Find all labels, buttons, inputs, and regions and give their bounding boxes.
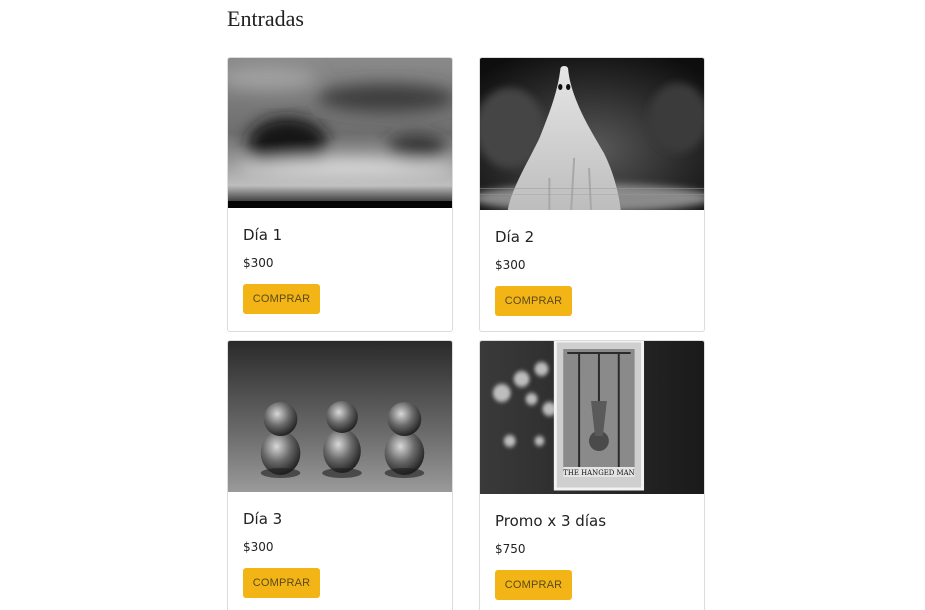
blurred-clouds-image: [228, 58, 452, 208]
hanged-man-tarot-image: THE HANGED MAN: [480, 341, 704, 494]
ticket-card-dia-1: Día 1 $300 COMPRAR: [227, 57, 453, 332]
svg-text:THE HANGED MAN: THE HANGED MAN: [563, 469, 634, 477]
card-price: $750: [495, 542, 526, 556]
page-title: Entradas: [227, 6, 304, 31]
buy-button[interactable]: COMPRAR: [243, 284, 320, 314]
card-title: Día 1: [243, 226, 283, 244]
card-title: Promo x 3 días: [495, 512, 607, 530]
buy-button[interactable]: COMPRAR: [495, 286, 572, 316]
ticket-card-dia-3: Día 3 $300 COMPRAR: [227, 340, 453, 610]
card-price: $300: [243, 256, 274, 270]
buy-button[interactable]: COMPRAR: [243, 568, 320, 598]
card-price: $300: [495, 258, 526, 272]
buy-button[interactable]: COMPRAR: [495, 570, 572, 600]
ticket-card-dia-2: Día 2 $300 COMPRAR: [479, 57, 705, 332]
card-title: Día 3: [243, 510, 283, 528]
ticket-card-promo: THE HANGED MAN Promo x 3 días $750 COMPR…: [479, 340, 705, 610]
three-monkeys-image: [228, 341, 452, 492]
card-title: Día 2: [495, 228, 535, 246]
card-price: $300: [243, 540, 274, 554]
ghost-sheet-image: [480, 58, 704, 210]
